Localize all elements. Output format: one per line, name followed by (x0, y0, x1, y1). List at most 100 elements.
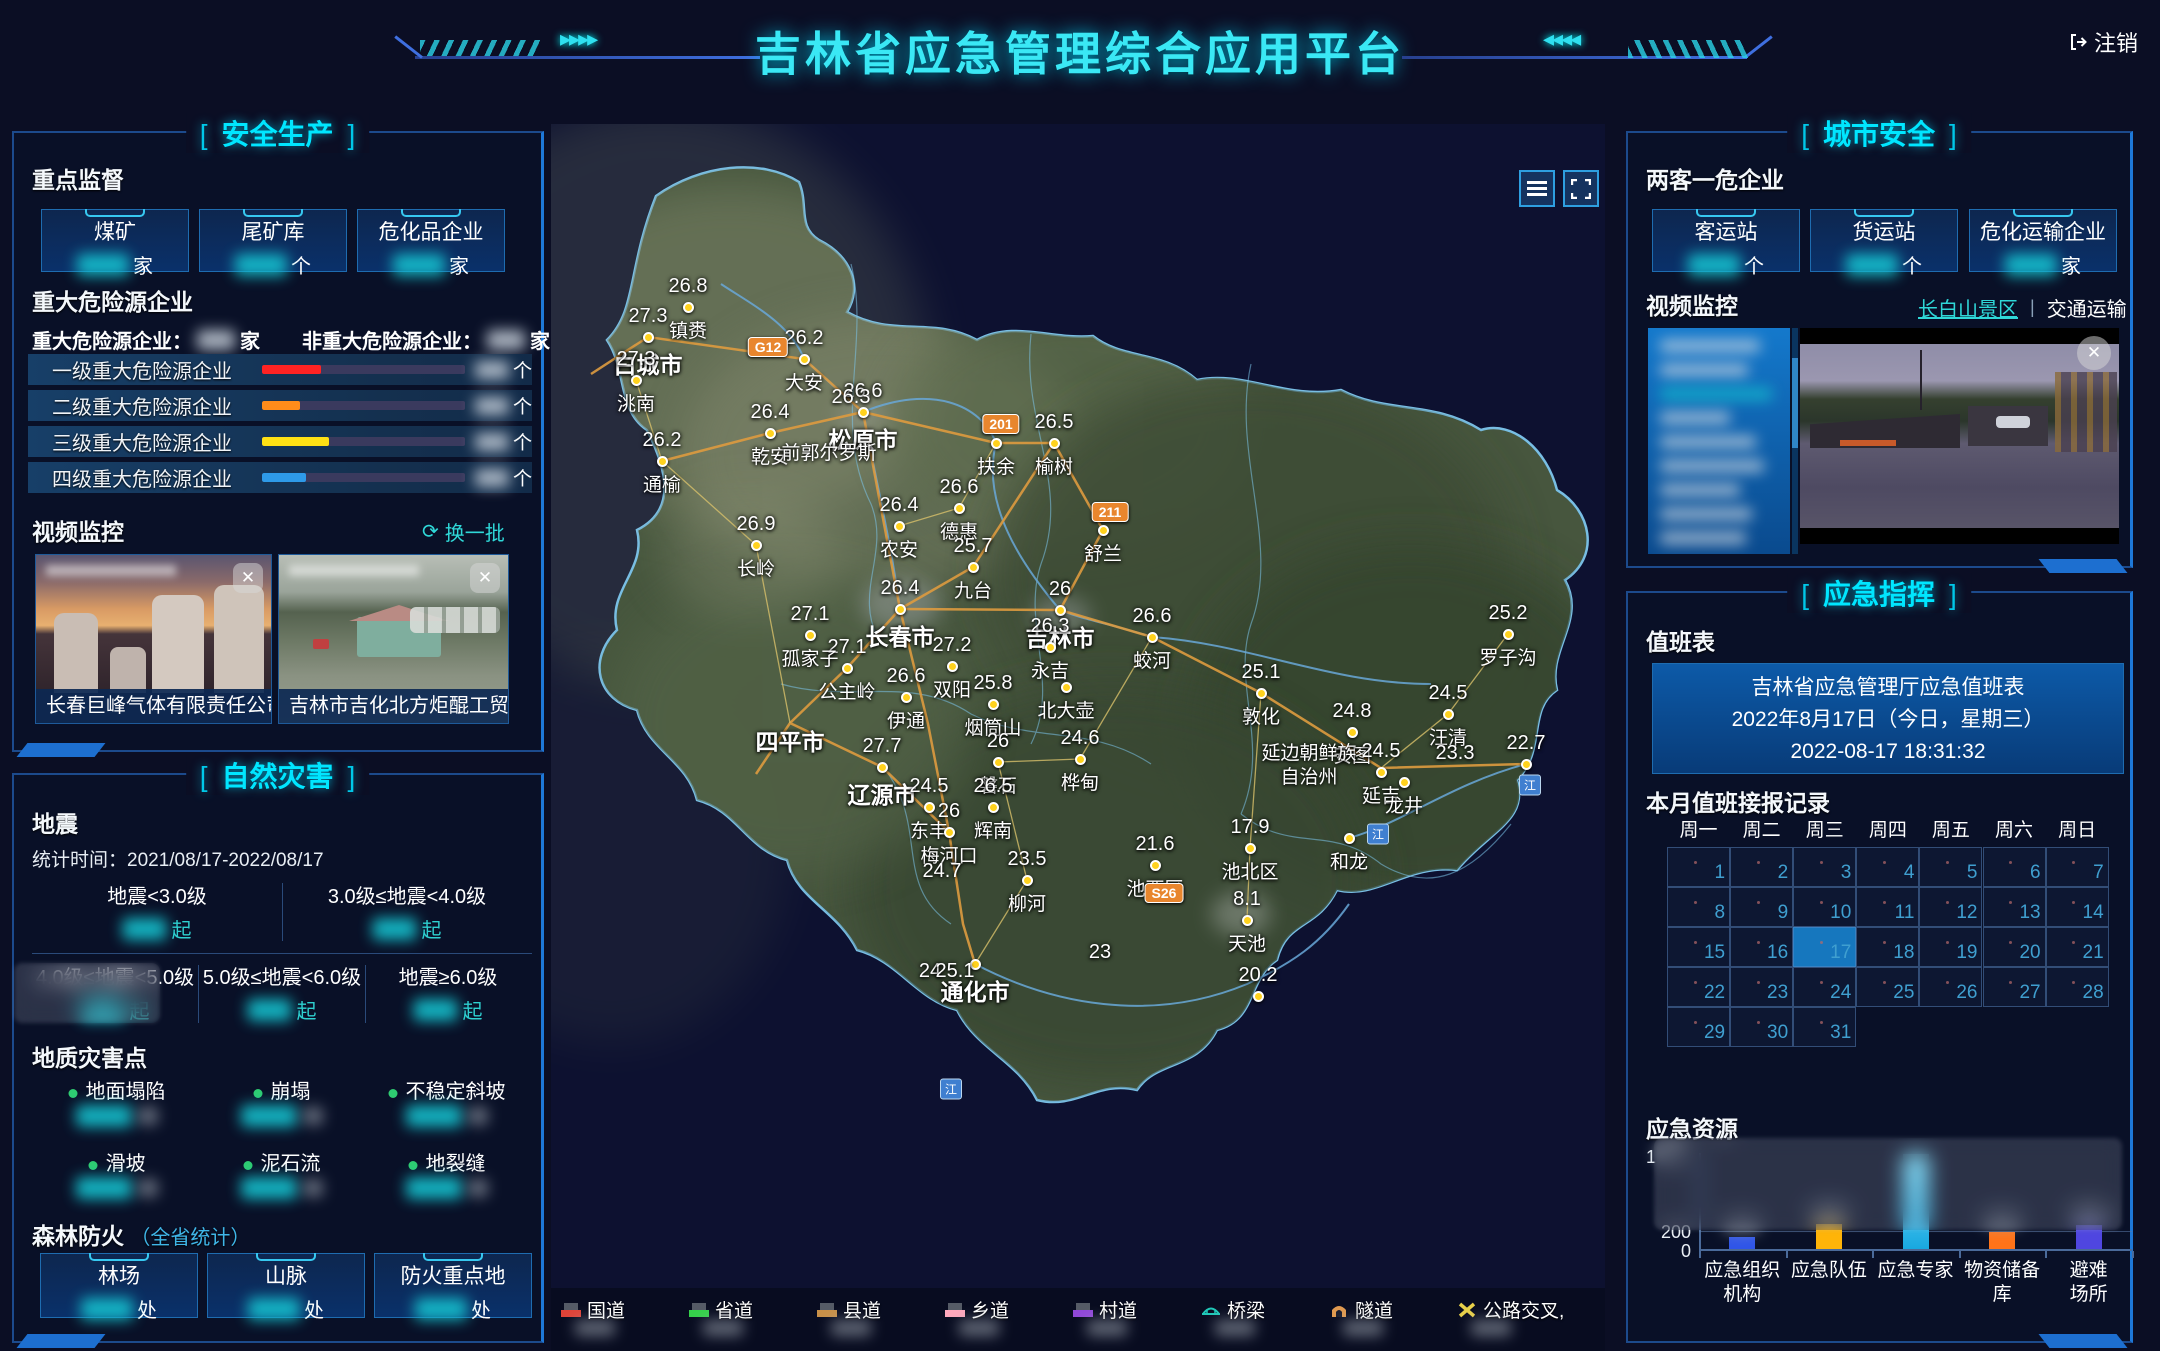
stat-card-value: 家 (358, 250, 504, 279)
weather-temp-label: 27.7 (863, 735, 902, 758)
province-map[interactable]: 26.8镇赉27.3白城市27.3洮南26.2大安26.6松原市26.4乾安26… (551, 124, 1605, 1351)
hazard-level-track (262, 473, 465, 482)
logout-button[interactable]: 注销 (2068, 26, 2138, 58)
tab-separator: | (2030, 297, 2035, 318)
weekday-label: 周三 (1806, 815, 1844, 842)
hazard-level-row: 四级重大危险源企业个 (28, 462, 532, 493)
weekday-label: 周五 (1932, 815, 1970, 842)
calendar-day-active[interactable]: 17 (1793, 927, 1856, 967)
weather-temp-label: 24.7 (923, 860, 962, 883)
calendar-day[interactable]: 29 (1667, 1007, 1730, 1047)
camera-list[interactable] (1648, 328, 1790, 554)
geo-hazard-name: 地面塌陷 (86, 1081, 166, 1103)
blurred-value (1660, 460, 1764, 472)
calendar-day[interactable]: 24 (1793, 967, 1856, 1007)
calendar-day[interactable]: 21 (2046, 927, 2109, 967)
legend-swatch-top (692, 1303, 706, 1310)
city-marker-dot (968, 562, 979, 573)
blurred-value (959, 1320, 999, 1336)
calendar-day[interactable]: 2 (1730, 847, 1793, 887)
city-marker-dot (1098, 525, 1109, 536)
city-marker-dot (895, 604, 906, 615)
calendar-day[interactable]: 31 (1793, 1007, 1856, 1047)
blurred-value (406, 1177, 462, 1199)
calendar-day[interactable]: 26 (1919, 967, 1982, 1007)
green-dot-icon (89, 1161, 98, 1170)
calendar-day-number: 21 (2083, 942, 2104, 964)
calendar-day[interactable]: 10 (1793, 887, 1856, 927)
area-name-label: 四平市 (756, 723, 825, 757)
calendar-day[interactable]: 30 (1730, 1007, 1793, 1047)
video3-close-icon[interactable]: ✕ (2077, 336, 2111, 370)
calendar-day[interactable]: 13 (1983, 887, 2046, 927)
calendar-day[interactable]: 5 (1919, 847, 1982, 887)
calendar-day[interactable]: 3 (1793, 847, 1856, 887)
blurred-value (2005, 254, 2057, 276)
area-name-label: 自治州 (1280, 762, 1337, 789)
forest-card-unit: 处 (471, 1294, 491, 1323)
city-video-player[interactable]: ✕ (1800, 328, 2119, 544)
blurred-value (1087, 1320, 1127, 1336)
calendar-day[interactable]: 20 (1983, 927, 2046, 967)
calendar-day[interactable]: 28 (2046, 967, 2109, 1007)
city-marker-dot (765, 428, 776, 439)
calendar-day[interactable]: 7 (2046, 847, 2109, 887)
camera-list-scrollbar[interactable] (1792, 328, 1798, 554)
calendar-day[interactable]: 11 (1856, 887, 1919, 927)
weather-temp-label: 25.8 (974, 672, 1013, 695)
hazard-level-row: 一级重大危险源企业个 (28, 354, 532, 385)
calendar-day[interactable]: 23 (1730, 967, 1793, 1007)
video-thumbnail-2[interactable]: ✕ 吉林市吉化北方炬醌工贸责任... (278, 554, 509, 724)
calendar-day[interactable]: 9 (1730, 887, 1793, 927)
calendar-day[interactable]: 19 (1919, 927, 1982, 967)
calendar-day[interactable]: 12 (1919, 887, 1982, 927)
city-name-label: 大安 (785, 368, 823, 395)
refresh-batch-button[interactable]: ⟳ 换一批 (422, 517, 505, 546)
calendar-day[interactable]: 25 (1856, 967, 1919, 1007)
calendar-day[interactable]: 14 (2046, 887, 2109, 927)
calendar-day[interactable]: 1 (1667, 847, 1730, 887)
weather-temp-label: 26 (1049, 578, 1071, 601)
green-dot-icon (69, 1089, 78, 1098)
video2-close-icon[interactable]: ✕ (470, 563, 500, 593)
calendar-day[interactable]: 27 (1983, 967, 2046, 1007)
city-name-label: 长春市 (866, 618, 935, 652)
calendar-day[interactable]: 4 (1856, 847, 1919, 887)
river-tag: 江 (1519, 775, 1541, 796)
map-fullscreen-button[interactable] (1563, 170, 1599, 207)
blurred-value (1688, 254, 1740, 276)
hazard-level-bar (262, 365, 321, 374)
calendar-day[interactable]: 8 (1667, 887, 1730, 927)
tab-transport[interactable]: 交通运输 (2047, 293, 2127, 322)
tab-changbaishan[interactable]: 长白山景区 (1918, 293, 2018, 322)
green-dot-icon (389, 1089, 398, 1098)
city-marker-dot (1061, 682, 1072, 693)
weather-temp-label: 24.5 (1429, 682, 1468, 705)
calendar-day[interactable]: 22 (1667, 967, 1730, 1007)
blurred-value (1343, 1320, 1383, 1336)
calendar-day-number: 19 (1956, 942, 1977, 964)
city-marker-dot (1256, 688, 1267, 699)
chart-category-label: 避难场所 (2066, 1259, 2112, 1307)
x-tick-mark (1699, 1251, 1701, 1258)
blurred-value (1660, 436, 1756, 448)
city-name-label: 双阳 (933, 675, 971, 702)
weather-temp-label: 26.8 (669, 275, 708, 298)
blurred-value (1660, 532, 1746, 544)
stat-card-label: 危化运输企业 (1970, 216, 2116, 246)
map-layers-button[interactable] (1519, 170, 1555, 207)
calendar-day[interactable]: 15 (1667, 927, 1730, 967)
calendar-day[interactable]: 16 (1730, 927, 1793, 967)
video1-close-icon[interactable]: ✕ (233, 563, 263, 593)
blurred-value (1660, 412, 1730, 424)
calendar-day[interactable]: 18 (1856, 927, 1919, 967)
scrollbar-thumb[interactable] (1792, 358, 1798, 448)
blurred-value (303, 1179, 323, 1197)
stat-card-value: 家 (1970, 250, 2116, 279)
geo-hazard-name: 不稳定斜坡 (406, 1081, 506, 1103)
calendar-day[interactable]: 6 (1983, 847, 2046, 887)
video-thumbnail-1[interactable]: ✕ 长春巨峰气体有限责任公司 (35, 554, 272, 724)
stat-card-unit: 个 (1744, 250, 1764, 279)
city-name-label: 伊通 (887, 706, 925, 733)
legend-swatch-top (820, 1303, 834, 1310)
